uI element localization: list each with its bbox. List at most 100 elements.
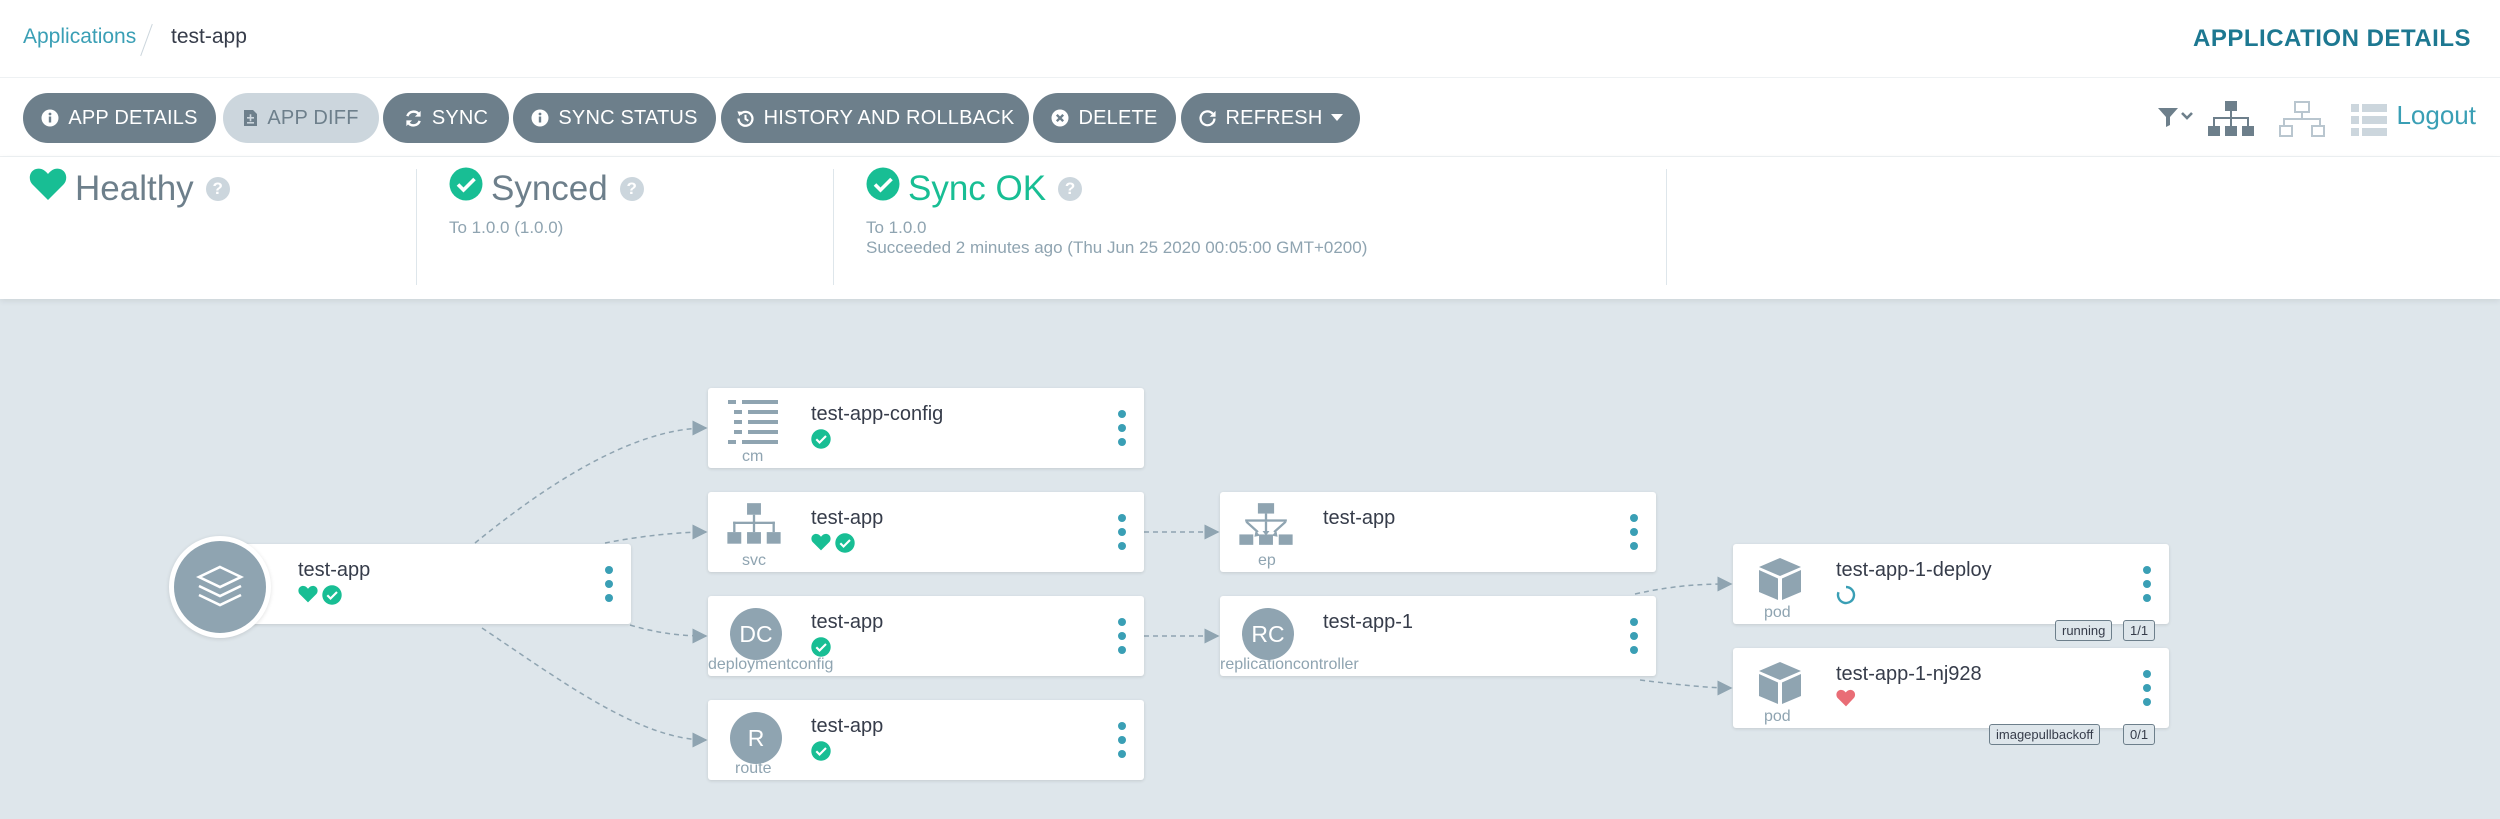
node-name: test-app	[1323, 507, 1396, 529]
help-icon[interactable]: ?	[205, 176, 230, 201]
node-name: test-app	[298, 559, 371, 581]
operation-detail: Succeeded 2 minutes ago (Thu Jun 25 2020…	[866, 238, 1368, 257]
node-menu-button[interactable]	[1630, 514, 1638, 550]
sync-status-label: SYNC STATUS	[558, 106, 698, 129]
node-name: test-app	[811, 507, 884, 529]
breadcrumb-separator	[140, 23, 153, 57]
operation-status: Sync OK ?	[866, 167, 1083, 210]
filter-icon[interactable]	[2157, 106, 2195, 133]
pod-node[interactable]: pod test-app-1-deploy running 1/1	[1733, 544, 2169, 641]
check-circle-icon	[811, 741, 831, 766]
top-bar: Applications test-app APPLICATION DETAIL…	[0, 0, 2500, 78]
refresh-button[interactable]: REFRESH	[1181, 93, 1360, 143]
heart-icon	[298, 585, 318, 610]
node-kind: pod	[1764, 708, 1791, 725]
breadcrumb-applications[interactable]: Applications	[23, 25, 136, 49]
delete-label: DELETE	[1078, 106, 1158, 129]
heart-icon	[29, 167, 67, 210]
times-circle-icon	[1051, 109, 1069, 127]
operation-label: Sync OK	[908, 168, 1047, 208]
help-icon[interactable]: ?	[1058, 176, 1083, 201]
app-details-label: APP DETAILS	[68, 106, 198, 129]
sync-icon	[404, 109, 423, 128]
endpoints-icon	[1238, 502, 1294, 551]
service-node[interactable]: svc test-app	[708, 492, 1144, 572]
file-diff-icon	[243, 109, 258, 127]
sync-status-label: Synced	[491, 168, 608, 208]
node-menu-button[interactable]	[605, 566, 613, 602]
configmap-node[interactable]: cm test-app-config	[708, 388, 1144, 468]
node-status	[811, 533, 855, 558]
panel-divider	[833, 169, 834, 285]
check-circle-icon	[449, 167, 483, 210]
history-rollback-button[interactable]: HISTORY AND ROLLBACK	[721, 93, 1029, 143]
configmap-icon	[726, 398, 782, 449]
node-status	[1836, 689, 1856, 712]
network-view-icon[interactable]	[2279, 100, 2325, 143]
endpoints-node[interactable]: ep test-app	[1220, 492, 1656, 572]
breadcrumb-current: test-app	[171, 25, 247, 48]
pod-cube-icon	[1757, 660, 1803, 711]
help-icon[interactable]: ?	[619, 176, 644, 201]
app-diff-label: APP DIFF	[267, 106, 359, 129]
node-menu-button[interactable]	[2143, 566, 2151, 602]
app-node[interactable]: test-app	[212, 544, 631, 624]
health-status: Healthy ?	[29, 167, 230, 210]
node-name: test-app	[811, 715, 884, 737]
node-menu-button[interactable]	[2143, 670, 2151, 706]
sync-label: SYNC	[431, 106, 489, 129]
application-icon	[169, 536, 271, 638]
node-status	[1836, 585, 1856, 610]
heart-broken-icon	[1836, 689, 1856, 712]
redo-icon	[1198, 109, 1217, 128]
delete-button[interactable]: DELETE	[1033, 93, 1176, 143]
pod-ready-badge: 0/1	[2123, 724, 2156, 745]
pod-cube-icon	[1757, 556, 1803, 607]
sync-button[interactable]: SYNC	[383, 93, 509, 143]
node-kind: route	[735, 760, 772, 777]
tree-view-icon[interactable]	[2207, 100, 2255, 143]
panel-divider	[416, 169, 417, 285]
app-diff-button[interactable]: APP DIFF	[223, 93, 379, 143]
node-status	[811, 637, 831, 662]
info-icon	[41, 109, 59, 127]
node-menu-button[interactable]	[1118, 514, 1126, 550]
check-circle-icon	[811, 429, 831, 454]
history-rollback-label: HISTORY AND ROLLBACK	[763, 106, 1015, 129]
sync-status: Synced ?	[449, 167, 644, 210]
pod-status-badge: running	[2055, 620, 2113, 641]
node-kind: replicationcontroller	[1220, 656, 1359, 673]
service-icon	[726, 502, 782, 551]
node-kind: pod	[1764, 604, 1791, 621]
node-menu-button[interactable]	[1118, 722, 1126, 758]
list-view-icon[interactable]	[2350, 103, 2388, 142]
info-icon	[531, 109, 549, 127]
route-node[interactable]: R route test-app	[708, 700, 1144, 780]
app-details-button[interactable]: APP DETAILS	[23, 93, 216, 143]
node-name: test-app-config	[811, 403, 944, 425]
node-kind: ep	[1258, 552, 1276, 569]
node-status	[811, 429, 831, 454]
node-name: test-app-1-nj928	[1836, 663, 1982, 685]
node-menu-button[interactable]	[1118, 410, 1126, 446]
logout-link[interactable]: Logout	[2396, 100, 2476, 131]
health-label: Healthy	[75, 168, 194, 208]
panel-divider	[1666, 169, 1667, 285]
replicationcontroller-node[interactable]: RC replicationcontroller test-app-1	[1220, 596, 1656, 676]
sync-status-button[interactable]: SYNC STATUS	[513, 93, 716, 143]
replicationcontroller-icon: RC	[1242, 608, 1294, 660]
pod-status-badge: imagepullbackoff	[1989, 724, 2101, 745]
route-icon: R	[730, 712, 782, 764]
node-name: test-app-1	[1323, 611, 1414, 633]
node-menu-button[interactable]	[1630, 618, 1638, 654]
caret-down-icon	[1331, 114, 1344, 122]
node-menu-button[interactable]	[1118, 618, 1126, 654]
operation-target: To 1.0.0	[866, 218, 927, 237]
heart-icon	[811, 533, 831, 558]
pod-ready-badge: 1/1	[2123, 620, 2156, 641]
deploymentconfig-node[interactable]: DC deploymentconfig test-app	[708, 596, 1144, 676]
check-circle-icon	[835, 533, 855, 558]
pod-node[interactable]: pod test-app-1-nj928 imagepullbackoff 0/…	[1733, 648, 2169, 745]
resource-graph: test-app cm test-app-config svc test-app…	[0, 300, 2500, 819]
deploymentconfig-icon: DC	[730, 608, 782, 660]
